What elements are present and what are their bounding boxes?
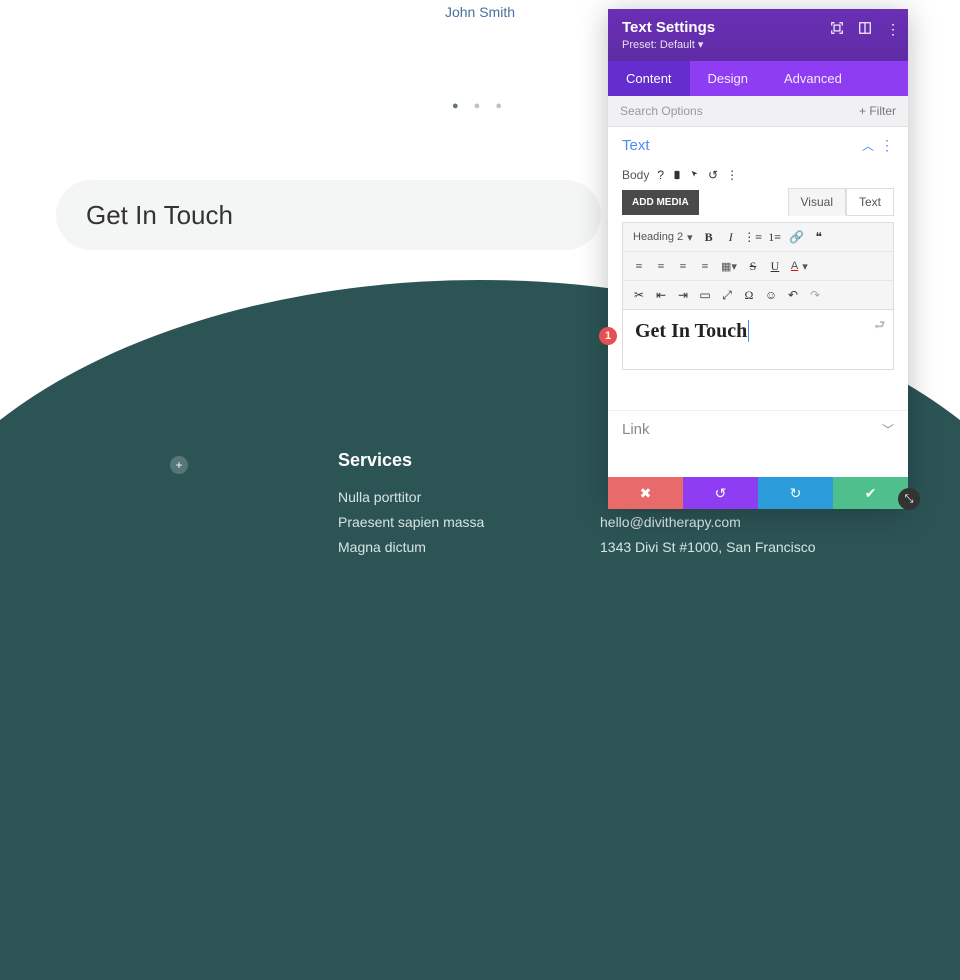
emoji-icon[interactable]: ☺ <box>761 285 781 305</box>
footer-item[interactable]: Praesent sapien massa <box>338 510 484 535</box>
align-left-icon[interactable]: ≡ <box>629 256 649 276</box>
indent-icon[interactable]: ⇥ <box>673 285 693 305</box>
filter-button[interactable]: + Filter <box>859 104 896 118</box>
kebab-icon[interactable]: ⋮ <box>726 168 738 182</box>
link-icon[interactable]: 🔗 <box>787 227 807 247</box>
redo-icon[interactable]: ↷ <box>805 285 825 305</box>
expand-icon[interactable] <box>830 21 844 38</box>
preset-dropdown[interactable]: Preset: Default ▾ <box>622 38 894 51</box>
settings-panel: 1 Text Settings Preset: Default ▾ ⋮ Cont… <box>608 9 908 509</box>
align-right-icon[interactable]: ≡ <box>673 256 693 276</box>
clear-format-icon[interactable]: ✂ <box>629 285 649 305</box>
quote-icon[interactable]: ❝ <box>809 227 829 247</box>
wrap-icon[interactable]: ⮐ <box>874 316 885 337</box>
section-text[interactable]: Text ︿ ⋮ <box>608 127 908 164</box>
save-button[interactable]: ✔ <box>833 477 908 509</box>
editor-content[interactable]: Get In Touch ⮐ <box>622 310 894 370</box>
format-select[interactable]: Heading 2 ▾ <box>629 229 697 246</box>
body-label: Body <box>622 168 649 182</box>
search-bar: Search Options + Filter <box>608 96 908 127</box>
body-controls: Body ? ↺ ⋮ <box>608 164 908 188</box>
undo-icon[interactable]: ↶ <box>783 285 803 305</box>
panel-header: Text Settings Preset: Default ▾ ⋮ <box>608 9 908 61</box>
add-module-button[interactable]: + <box>170 456 188 474</box>
outdent-icon[interactable]: ⇤ <box>651 285 671 305</box>
resize-handle[interactable]: ⤡ <box>898 488 920 510</box>
section-link[interactable]: Link ﹀ <box>608 410 908 448</box>
editor-toolbar: Heading 2 ▾ B I ⋮≡ 1≡ 🔗 ❝ ≡ ≡ ≡ ≡ ▦▾ S U… <box>622 222 894 310</box>
redo-button[interactable]: ↻ <box>758 477 833 509</box>
footer-contact: hello@divitherapy.com 1343 Divi St #1000… <box>600 510 816 560</box>
hr-icon[interactable]: ▭ <box>695 285 715 305</box>
kebab-icon[interactable]: ⋮ <box>886 21 900 38</box>
grid-icon[interactable] <box>858 21 872 38</box>
footer-title: Services <box>338 450 484 471</box>
bold-icon[interactable]: B <box>699 227 719 247</box>
align-center-icon[interactable]: ≡ <box>651 256 671 276</box>
search-input[interactable]: Search Options <box>620 104 703 118</box>
tab-advanced[interactable]: Advanced <box>766 61 860 96</box>
fullscreen-icon[interactable]: ⤢ <box>717 285 737 305</box>
step-badge: 1 <box>599 327 617 345</box>
text-color-icon[interactable]: A▾ <box>787 258 812 275</box>
add-media-button[interactable]: ADD MEDIA <box>622 190 699 215</box>
number-list-icon[interactable]: 1≡ <box>765 227 785 247</box>
heading-pill[interactable]: Get In Touch <box>56 180 601 250</box>
reset-icon[interactable]: ↺ <box>708 168 718 182</box>
italic-icon[interactable]: I <box>721 227 741 247</box>
align-justify-icon[interactable]: ≡ <box>695 256 715 276</box>
strike-icon[interactable]: S <box>743 256 763 276</box>
chevron-up-icon: ︿ <box>862 137 874 154</box>
bullet-list-icon[interactable]: ⋮≡ <box>743 227 763 247</box>
help-icon[interactable]: ? <box>657 168 664 182</box>
undo-button[interactable]: ↺ <box>683 477 758 509</box>
editor-tab-visual[interactable]: Visual <box>788 188 846 216</box>
footer-item[interactable]: Nulla porttitor <box>338 485 484 510</box>
omega-icon[interactable]: Ω <box>739 285 759 305</box>
mobile-icon[interactable] <box>672 169 682 181</box>
footer-services: Services Nulla porttitor Praesent sapien… <box>338 450 484 561</box>
editor: ADD MEDIA Visual Text Heading 2 ▾ B I ⋮≡… <box>608 188 908 380</box>
contact-email[interactable]: hello@divitherapy.com <box>600 510 816 535</box>
table-icon[interactable]: ▦▾ <box>717 258 741 275</box>
footer-item[interactable]: Magna dictum <box>338 535 484 560</box>
chevron-down-icon: ﹀ <box>882 421 894 438</box>
tab-content[interactable]: Content <box>608 61 690 96</box>
editor-tab-text[interactable]: Text <box>846 188 894 216</box>
contact-address: 1343 Divi St #1000, San Francisco <box>600 535 816 560</box>
underline-icon[interactable]: U <box>765 256 785 276</box>
cancel-button[interactable]: ✖ <box>608 477 683 509</box>
panel-tabs: Content Design Advanced <box>608 61 908 96</box>
panel-footer: ✖ ↺ ↻ ✔ <box>608 477 908 509</box>
kebab-icon[interactable]: ⋮ <box>880 137 894 154</box>
hover-icon[interactable] <box>690 169 700 181</box>
tab-design[interactable]: Design <box>690 61 766 96</box>
